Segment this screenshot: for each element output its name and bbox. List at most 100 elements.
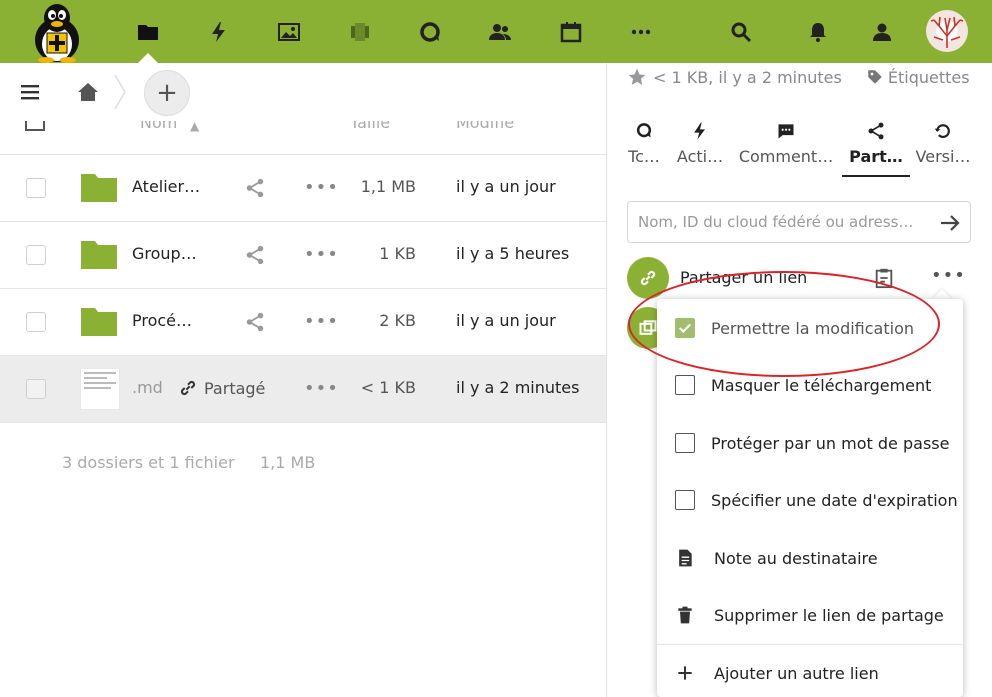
menu-item-delete-link[interactable]: Supprimer le lien de partage [657, 593, 963, 637]
table-row[interactable]: Group… ••• 1 KB il y a 5 heures [0, 222, 606, 289]
share-icon[interactable] [244, 311, 266, 333]
tab-label: Acti… [676, 147, 724, 166]
file-name[interactable]: Group… [132, 244, 197, 263]
share-link-label: Partager un lien [680, 268, 808, 287]
row-actions-icon[interactable]: ••• [304, 311, 339, 332]
file-name[interactable]: Procé… [132, 311, 192, 330]
row-actions-icon[interactable]: ••• [304, 378, 339, 399]
tab-label: Tc… [628, 147, 660, 166]
expiration-checkbox[interactable] [675, 490, 695, 510]
tab-comments[interactable]: Comment… [739, 119, 833, 175]
select-all-checkbox[interactable] [25, 121, 45, 131]
shared-indicator[interactable]: Partagé [178, 378, 265, 398]
tab-activity[interactable]: Acti… [675, 119, 725, 175]
row-actions-icon[interactable]: ••• [304, 244, 339, 265]
contacts-menu-icon[interactable] [868, 18, 896, 46]
clipboard-icon[interactable] [873, 267, 895, 289]
user-avatar[interactable] [926, 10, 968, 52]
sort-indicator-icon: ▲ [190, 121, 200, 133]
share-link-menu: Permettre la modification Masquer le tél… [657, 299, 963, 697]
share-search-input[interactable] [638, 210, 928, 234]
folder-icon [81, 241, 117, 269]
menu-item-password[interactable]: Protéger par un mot de passe [657, 421, 963, 465]
menu-item-label: Masquer le téléchargement [711, 375, 932, 395]
file-info: < 1 KB, il y a 2 minutes [653, 67, 842, 87]
link-icon [180, 380, 196, 396]
talk-icon[interactable] [416, 18, 444, 46]
menu-item-label: Protéger par un mot de passe [711, 433, 950, 453]
menu-icon[interactable] [18, 80, 42, 104]
breadcrumb: + [0, 63, 606, 121]
window-icon [639, 320, 657, 335]
home-icon[interactable] [76, 80, 100, 104]
menu-item-hide-download[interactable]: Masquer le téléchargement [657, 363, 963, 407]
history-icon [934, 124, 950, 138]
tab-sharing[interactable]: Part… [842, 119, 910, 177]
file-modified: il y a un jour [456, 177, 556, 196]
password-checkbox[interactable] [675, 433, 695, 453]
tab-label: Versi… [915, 147, 971, 166]
link-icon [640, 270, 656, 286]
share-link-row: Partager un lien ••• [627, 257, 971, 299]
notifications-icon[interactable] [804, 18, 832, 46]
link-share-avatar [627, 257, 669, 299]
column-modified[interactable]: Modifié [456, 121, 514, 132]
arrow-right-icon[interactable] [938, 211, 962, 235]
activity-icon[interactable] [205, 18, 233, 46]
share-icon[interactable] [244, 244, 266, 266]
files-icon[interactable] [134, 18, 162, 46]
menu-item-label: Note au destinataire [714, 548, 878, 568]
tab-label: Comment… [738, 147, 834, 166]
row-checkbox[interactable] [26, 178, 46, 198]
plus-icon [678, 666, 692, 680]
table-header: Nom ▲ Taille Modifié [0, 121, 606, 155]
menu-item-allow-editing[interactable]: Permettre la modification [657, 306, 963, 350]
allow-editing-checkbox[interactable] [675, 318, 695, 338]
photos-icon[interactable] [275, 18, 303, 46]
favorite-star-icon[interactable] [627, 67, 647, 87]
contacts-icon[interactable] [486, 18, 514, 46]
share-link-more-icon[interactable]: ••• [931, 265, 966, 286]
menu-item-add-link[interactable]: Ajouter un autre lien [657, 651, 963, 695]
row-checkbox[interactable] [26, 379, 46, 399]
more-apps-icon[interactable] [627, 18, 655, 46]
file-name[interactable]: .md [132, 378, 163, 397]
file-modified: il y a 2 minutes [456, 378, 580, 397]
file-size: < 1 KB [360, 378, 416, 397]
calendar-icon[interactable] [557, 18, 585, 46]
new-button[interactable]: + [144, 70, 190, 116]
breadcrumb-separator [112, 73, 128, 111]
app-logo[interactable] [24, 0, 90, 63]
share-icon[interactable] [244, 177, 266, 199]
row-checkbox[interactable] [26, 245, 46, 265]
summary-size: 1,1 MB [260, 453, 316, 472]
search-icon[interactable] [727, 18, 755, 46]
folder-icon [81, 174, 117, 202]
tags-button[interactable]: Étiquettes [866, 68, 970, 87]
deck-icon[interactable] [346, 18, 374, 46]
table-row[interactable]: .md Partagé ••• < 1 KB il y a 2 minutes [0, 356, 606, 423]
table-row[interactable]: Procé… ••• 2 KB il y a un jour [0, 289, 606, 356]
activity-icon [694, 122, 705, 140]
menu-item-expiration[interactable]: Spécifier une date d'expiration [657, 478, 963, 522]
file-size: 2 KB [379, 311, 416, 330]
hide-download-checkbox[interactable] [675, 375, 695, 395]
file-modified: il y a 5 heures [456, 244, 570, 263]
column-size[interactable]: Taille [350, 121, 390, 132]
menu-item-note[interactable]: Note au destinataire [657, 536, 963, 580]
menu-item-label: Spécifier une date d'expiration [711, 490, 958, 510]
file-name[interactable]: Atelier… [132, 177, 200, 196]
checkmark-icon [679, 323, 691, 333]
table-row[interactable]: Atelier… ••• 1,1 MB il y a un jour [0, 155, 606, 222]
sidebar-tabs: Tc… Acti… Comment… Part… Versi… [607, 119, 992, 177]
folder-icon [81, 308, 117, 336]
menu-item-label: Ajouter un autre lien [714, 663, 879, 683]
tab-talk[interactable]: Tc… [625, 119, 663, 175]
row-actions-icon[interactable]: ••• [304, 177, 339, 198]
tab-versions[interactable]: Versi… [915, 119, 971, 175]
column-name[interactable]: Nom [140, 121, 177, 132]
row-checkbox[interactable] [26, 312, 46, 332]
file-list-panel: + Nom ▲ Taille Modifié Atelier… ••• 1,1 … [0, 63, 606, 697]
active-app-caret [138, 53, 158, 63]
file-modified: il y a un jour [456, 311, 556, 330]
